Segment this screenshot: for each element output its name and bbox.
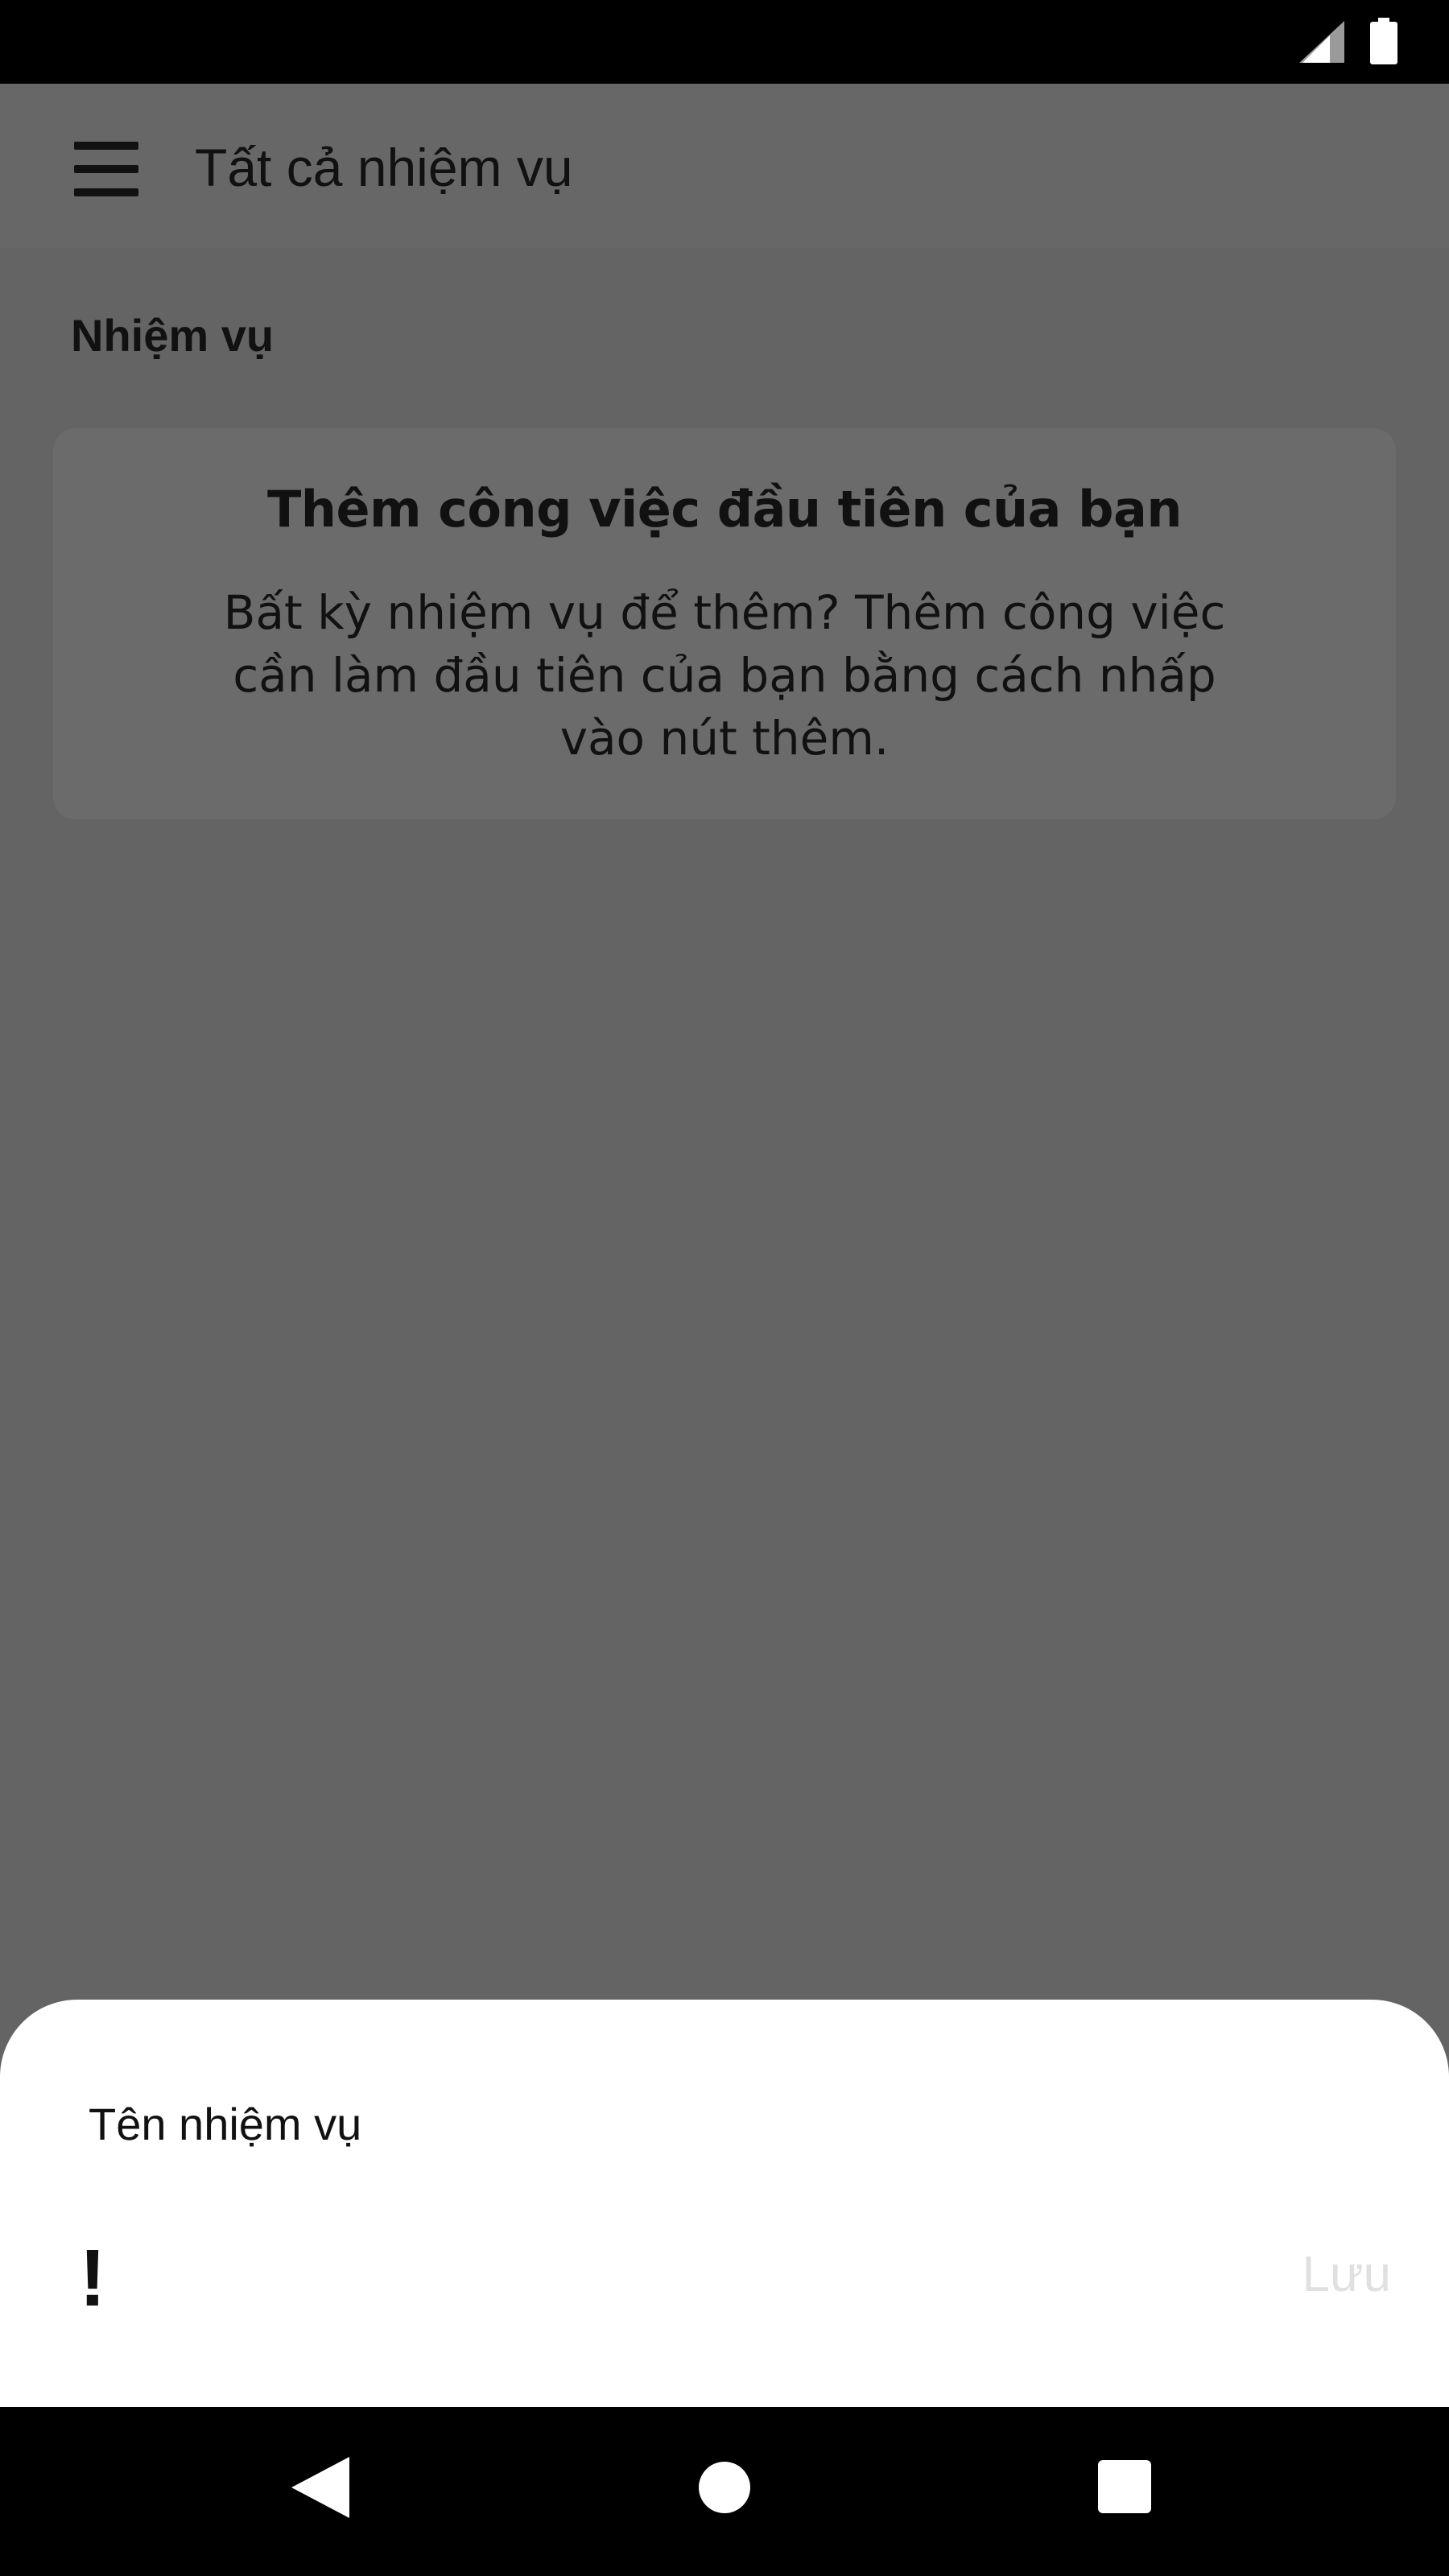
cell-signal-icon: [1299, 21, 1344, 63]
priority-glyph: !: [79, 2233, 106, 2323]
system-nav-bar: [0, 2407, 1449, 2576]
empty-state-card: Thêm công việc đầu tiên của bạn Bất kỳ n…: [53, 428, 1396, 819]
tasks-section-label: Nhiệm vụ: [71, 310, 275, 361]
empty-state-body: Bất kỳ nhiệm vụ để thêm? Thêm công việc …: [223, 585, 1226, 766]
empty-state-title: Thêm công việc đầu tiên của bạn: [267, 480, 1182, 539]
priority-exclamation-icon[interactable]: !: [74, 2238, 111, 2318]
back-triangle-icon[interactable]: [291, 2457, 349, 2518]
save-button[interactable]: Lưu: [1278, 2238, 1391, 2310]
task-name-input[interactable]: [89, 2091, 1296, 2156]
page-title: Tất cả nhiệm vụ: [195, 138, 573, 197]
recents-square-icon[interactable]: [1098, 2460, 1151, 2513]
status-bar: [0, 0, 1449, 84]
app-bar: Tất cả nhiệm vụ: [0, 84, 1449, 248]
add-task-sheet: ! Lưu: [0, 2000, 1449, 2407]
home-circle-icon[interactable]: [699, 2462, 750, 2513]
hamburger-menu-icon[interactable]: [58, 130, 155, 208]
screen: Tất cả nhiệm vụ Nhiệm vụ Thêm công việc …: [0, 0, 1449, 2576]
battery-icon: [1370, 18, 1397, 64]
